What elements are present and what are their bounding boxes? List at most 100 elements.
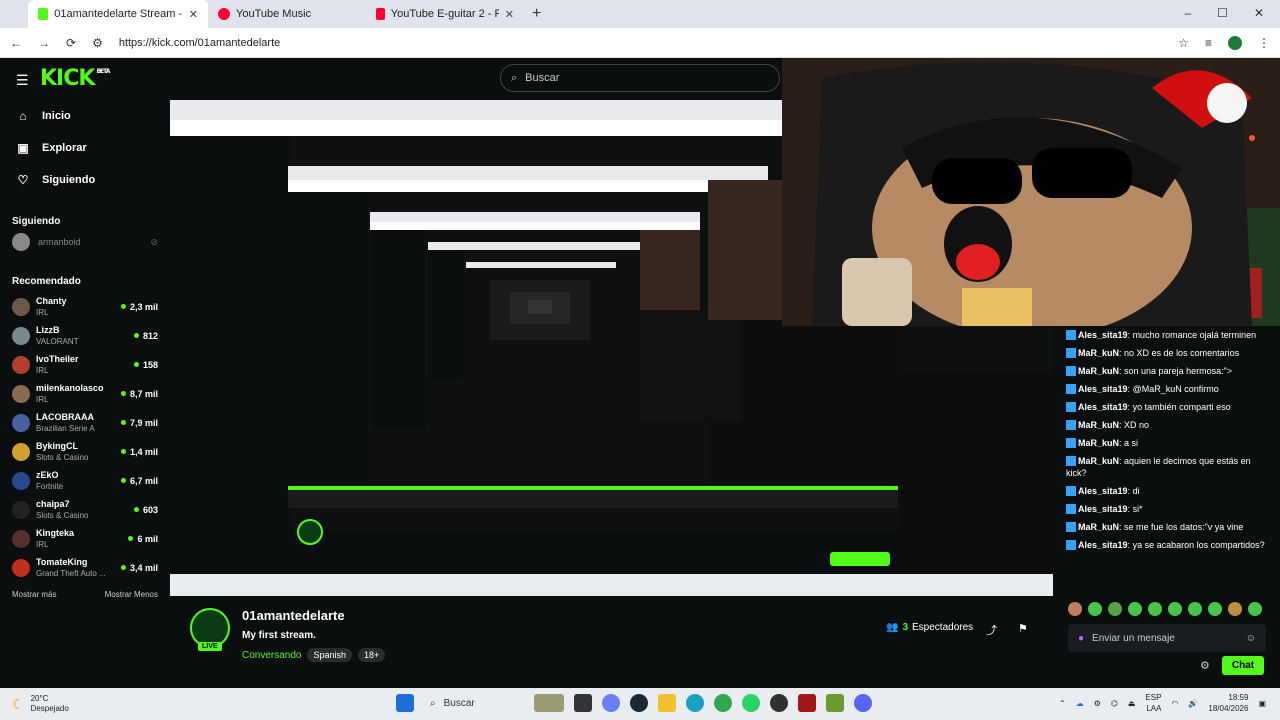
onedrive-icon[interactable]: ☁ (1076, 699, 1084, 708)
chat-username[interactable]: Ales_sita19 (1078, 540, 1128, 550)
task-view-icon[interactable] (574, 694, 592, 712)
network-icon[interactable]: ⌬ (1111, 699, 1118, 708)
chat-username[interactable]: MaR_kuN (1078, 420, 1119, 430)
following-item[interactable]: armanboid ⊘ (0, 230, 170, 254)
kick-logo[interactable]: KICK BETA (40, 66, 110, 91)
language-indicator[interactable]: ESP LAA (1145, 692, 1161, 714)
site-info-icon[interactable]: ⚙ (92, 36, 103, 50)
nav-item-explorar[interactable]: ▣ Explorar (0, 132, 170, 164)
emote-icon[interactable] (1208, 602, 1222, 616)
copilot-icon[interactable] (602, 694, 620, 712)
chat-username[interactable]: Ales_sita19 (1078, 402, 1128, 412)
chat-username[interactable]: MaR_kuN (1078, 348, 1119, 358)
chat-username[interactable]: MaR_kuN (1078, 522, 1119, 532)
chat-username[interactable]: MaR_kuN (1078, 438, 1119, 448)
taskbar-search[interactable]: ⌕ Buscar (424, 698, 524, 709)
menu-icon[interactable]: ⋮ (1258, 36, 1270, 50)
volume-icon[interactable]: 🔊 (1188, 699, 1198, 708)
widgets-icon[interactable] (534, 694, 564, 712)
minimize-button[interactable]: – (1184, 6, 1191, 20)
nav-label: Explorar (42, 142, 87, 154)
channel-name[interactable]: 01amantedelarte (242, 608, 345, 623)
emote-icon[interactable] (1148, 602, 1162, 616)
chat-username[interactable]: Ales_sita19 (1078, 486, 1128, 496)
stream-category[interactable]: Conversando (242, 650, 301, 661)
weather-widget[interactable]: ☾ 20°C Despejado (0, 694, 69, 714)
microphone-icon[interactable]: ● (1078, 633, 1084, 644)
url-field[interactable]: https://kick.com/01amantedelarte (119, 37, 280, 49)
chat-message-input[interactable]: ● Enviar un mensaje ☺ (1068, 624, 1266, 652)
moderation-panel-icon[interactable]: ⚑ (1018, 622, 1028, 635)
chat-settings-gear-icon[interactable]: ⚙ (1200, 659, 1210, 672)
steam-icon[interactable] (630, 694, 648, 712)
emote-icon[interactable] (1108, 602, 1122, 616)
recommended-item[interactable]: LizzB VALORANT 812 (0, 321, 170, 350)
recommended-item[interactable]: chaipa7 Slots & Casino 603 (0, 495, 170, 524)
back-icon[interactable]: ← (10, 36, 22, 50)
recommended-item[interactable]: zEkO Fortnite 6,7 mil (0, 466, 170, 495)
tab-youtube-music[interactable]: YouTube Music (208, 0, 366, 28)
recommended-item[interactable]: TomateKing Grand Theft Auto ... 3,4 mil (0, 553, 170, 582)
chrome-icon[interactable] (714, 694, 732, 712)
emoji-picker-icon[interactable]: ☺ (1246, 633, 1256, 644)
chat-username[interactable]: Ales_sita19 (1078, 330, 1128, 340)
recommended-item[interactable]: milenkanolasco IRL 8,7 mil (0, 379, 170, 408)
nav-item-inicio[interactable]: ⌂ Inicio (0, 100, 170, 132)
recommended-item[interactable]: Chanty IRL 2,3 mil (0, 292, 170, 321)
send-chat-button[interactable]: Chat (1221, 656, 1265, 675)
chat-username[interactable]: Ales_sita19 (1078, 504, 1128, 514)
hamburger-menu-icon[interactable]: ☰ (16, 72, 29, 89)
bookmark-star-icon[interactable]: ☆ (1178, 36, 1189, 50)
emote-icon[interactable] (1248, 602, 1262, 616)
show-less-button[interactable]: Mostrar Menos (105, 590, 158, 599)
recommended-info: Kingteka IRL (36, 528, 74, 550)
discord-icon[interactable] (854, 694, 872, 712)
recommended-viewers: 812 (142, 330, 158, 341)
whatsapp-icon[interactable] (742, 694, 760, 712)
windows-start-icon[interactable] (396, 694, 414, 712)
notifications-icon[interactable]: ▣ (1258, 699, 1266, 708)
tag-language[interactable]: Spanish (307, 648, 353, 662)
minecraft-icon[interactable] (826, 694, 844, 712)
file-explorer-icon[interactable] (658, 694, 676, 712)
close-window-button[interactable]: ✕ (1254, 6, 1264, 20)
close-tab-icon[interactable]: ✕ (189, 8, 198, 21)
chat-username[interactable]: MaR_kuN (1078, 366, 1119, 376)
reload-icon[interactable]: ⟳ (66, 36, 76, 50)
tag-mature[interactable]: 18+ (358, 648, 386, 662)
tab-youtube-guitar[interactable]: YouTube E-guitar 2 - Play it wit ✕ (366, 0, 524, 28)
emote-icon[interactable] (1228, 602, 1242, 616)
game-icon[interactable] (798, 694, 816, 712)
tab-kick-stream[interactable]: 01amantedelarte Stream - Wat ✕ (28, 0, 208, 28)
sidebar: ⌂ Inicio ▣ Explorar ♡ Siguiendo Siguiend… (0, 100, 170, 688)
profile-avatar[interactable] (1228, 35, 1242, 50)
obs-icon[interactable] (770, 694, 788, 712)
forward-icon[interactable]: → (38, 36, 50, 50)
maximize-button[interactable]: ☐ (1217, 6, 1228, 20)
new-tab-button[interactable]: + (524, 5, 549, 23)
emote-icon[interactable] (1128, 602, 1142, 616)
search-input[interactable]: ⌕ Buscar (500, 64, 780, 92)
recommended-item[interactable]: IvoTheiler IRL 158 (0, 350, 170, 379)
recommended-item[interactable]: BykingCL Slots & Casino 1,4 mil (0, 437, 170, 466)
recommended-item[interactable]: LACOBRAAA Brazilian Serie A 7,9 mil (0, 408, 170, 437)
emote-icon[interactable] (1168, 602, 1182, 616)
emote-icon[interactable] (1188, 602, 1202, 616)
usb-icon[interactable]: ⏏ (1128, 699, 1136, 708)
emote-icon[interactable] (1068, 602, 1082, 616)
chat-username[interactable]: Ales_sita19 (1078, 384, 1128, 394)
show-more-button[interactable]: Mostrar más (12, 590, 56, 599)
chevron-up-icon[interactable]: ⌃ (1059, 699, 1066, 708)
nav-item-siguiendo[interactable]: ♡ Siguiendo (0, 164, 170, 196)
reading-list-icon[interactable]: ≡ (1205, 36, 1212, 50)
recommended-item[interactable]: Kingteka IRL 6 mil (0, 524, 170, 553)
chat-username[interactable]: MaR_kuN (1078, 456, 1119, 466)
window-controls: – ☐ ✕ (1168, 0, 1280, 26)
share-icon[interactable]: ⤴ (986, 622, 997, 638)
settings-icon[interactable]: ⚙ (1094, 699, 1101, 708)
wifi-icon[interactable]: ◠ (1171, 699, 1178, 708)
close-tab-icon[interactable]: ✕ (505, 8, 514, 21)
edge-icon[interactable] (686, 694, 704, 712)
emote-icon[interactable] (1088, 602, 1102, 616)
clock[interactable]: 18:59 18/04/2026 (1208, 692, 1248, 714)
